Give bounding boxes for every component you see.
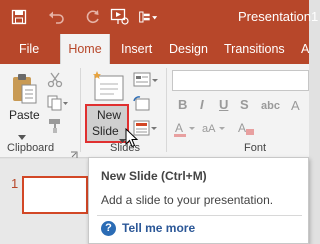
bold-button[interactable]: B [178,97,187,112]
tooltip-divider [97,215,302,216]
cut-icon[interactable] [47,72,63,93]
mouse-cursor-icon [125,127,139,153]
new-slide-label-line2: Slide [92,124,119,138]
tab-home[interactable]: Home [60,34,110,64]
font-name-combobox[interactable] [172,70,309,91]
group-separator [80,68,81,152]
slide-number: 1 [11,176,19,191]
svg-text:abc: abc [261,100,280,112]
new-slide-button[interactable]: New Slide [85,104,129,143]
group-separator [166,68,167,152]
svg-text:A: A [238,121,246,135]
ribbon-tab-bar: File Home Insert Design Transitions A [0,34,309,64]
new-slide-tooltip: New Slide (Ctrl+M) Add a slide to your p… [88,157,309,244]
help-icon[interactable]: ? [101,221,116,236]
tab-file[interactable]: File [19,34,39,64]
highlight-icon[interactable]: aA [201,120,227,143]
tab-insert[interactable]: Insert [121,34,152,64]
undo-icon[interactable] [47,7,67,27]
italic-button[interactable]: I [200,97,204,112]
paste-button-label[interactable]: Paste [9,109,40,122]
tell-me-more-link[interactable]: Tell me more [122,221,195,235]
char-spacing-icon[interactable]: abc [260,97,286,118]
slide-thumbnail[interactable] [22,176,88,214]
new-slide-label-line1: New [97,108,122,122]
new-slide-icon[interactable] [92,70,126,107]
tooltip-description: Add a slide to your presentation. [101,193,274,207]
copy-icon[interactable] [47,95,69,116]
font-group-label: Font [244,142,267,154]
save-icon[interactable] [9,7,29,27]
customize-qat-icon[interactable] [138,7,158,27]
start-from-beginning-icon[interactable] [110,7,130,27]
paste-icon[interactable] [10,72,38,111]
tab-design[interactable]: Design [169,34,208,64]
svg-text:A: A [291,98,300,113]
svg-text:A: A [175,121,183,135]
strikethrough-button[interactable]: S [240,97,249,112]
underline-button[interactable]: U [219,97,228,112]
tab-transitions[interactable]: Transitions [224,34,285,64]
tab-animations[interactable]: A [301,34,309,64]
clipboard-group-label: Clipboard [7,142,55,154]
svg-text:aA: aA [202,123,216,135]
redo-icon[interactable] [83,7,103,27]
window-title: Presentation1 [238,9,319,24]
reset-icon[interactable] [133,96,151,117]
ribbon: Paste Clipboard New Slide Slides B I U S… [0,64,309,158]
shadow-icon[interactable]: A [289,97,309,118]
format-painter-icon[interactable] [47,118,63,139]
clear-formatting-icon[interactable]: A [237,120,257,143]
font-color-icon[interactable]: A [173,120,199,143]
title-bar: Presentation1 [0,0,318,34]
layout-icon[interactable] [133,72,159,93]
tooltip-title: New Slide (Ctrl+M) [101,169,207,183]
